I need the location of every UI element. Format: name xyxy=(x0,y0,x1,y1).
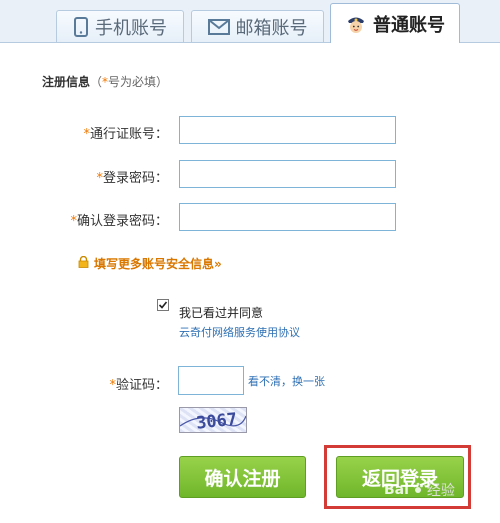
section-title-text: 注册信息 xyxy=(42,75,91,89)
lock-icon xyxy=(78,255,89,271)
more-security-info-text: 填写更多账号安全信息» xyxy=(94,257,222,271)
confirm-password-label: *确认登录密码： xyxy=(70,210,168,229)
confirm-password-label-text: 确认登录密码： xyxy=(76,214,168,229)
captcha-image[interactable]: 3067 xyxy=(179,407,247,433)
tab-phone-account[interactable]: 手机账号 xyxy=(56,10,184,42)
tab-normal-label: 普通账号 xyxy=(373,14,445,36)
section-note-text: 号为必填） xyxy=(108,75,169,89)
watermark-brand: Bai xyxy=(384,482,409,498)
agreement-link[interactable]: 云奇付网络服务使用协议 xyxy=(179,324,300,340)
user-avatar-icon xyxy=(345,13,367,35)
section-note-open: （ xyxy=(90,75,103,89)
captcha-input[interactable] xyxy=(178,366,244,395)
tab-phone-label: 手机账号 xyxy=(95,17,167,39)
captcha-refresh-link[interactable]: 看不清，换一张 xyxy=(248,373,325,389)
account-label-text: 通行证账号： xyxy=(89,127,168,142)
agree-checkbox[interactable] xyxy=(157,299,169,311)
section-title: 注册信息（*号为必填） xyxy=(42,73,168,90)
captcha-label: *验证码： xyxy=(109,374,168,393)
tab-normal-account[interactable]: 普通账号 xyxy=(330,3,460,43)
confirm-password-input[interactable] xyxy=(179,203,396,231)
phone-icon xyxy=(73,16,89,37)
confirm-register-button[interactable]: 确认注册 xyxy=(179,456,306,498)
password-label: *登录密码： xyxy=(96,167,168,186)
mail-icon xyxy=(207,18,230,35)
tab-mail-label: 邮箱账号 xyxy=(235,17,308,39)
account-input[interactable] xyxy=(179,116,396,144)
captcha-label-text: 验证码： xyxy=(115,378,168,393)
account-label: *通行证账号： xyxy=(83,123,168,142)
password-label-text: 登录密码： xyxy=(102,171,168,186)
paw-icon xyxy=(412,482,424,498)
tab-mail-account[interactable]: 邮箱账号 xyxy=(191,10,324,42)
watermark: Bai 经验 xyxy=(384,480,455,500)
watermark-suffix: 经验 xyxy=(426,483,455,499)
agree-text: 我已看过并同意 xyxy=(179,306,264,320)
password-input[interactable] xyxy=(179,160,396,188)
captcha-image-text: 3067 xyxy=(195,410,238,432)
more-security-info-link[interactable]: 填写更多账号安全信息» xyxy=(78,255,222,272)
check-icon xyxy=(158,301,168,309)
